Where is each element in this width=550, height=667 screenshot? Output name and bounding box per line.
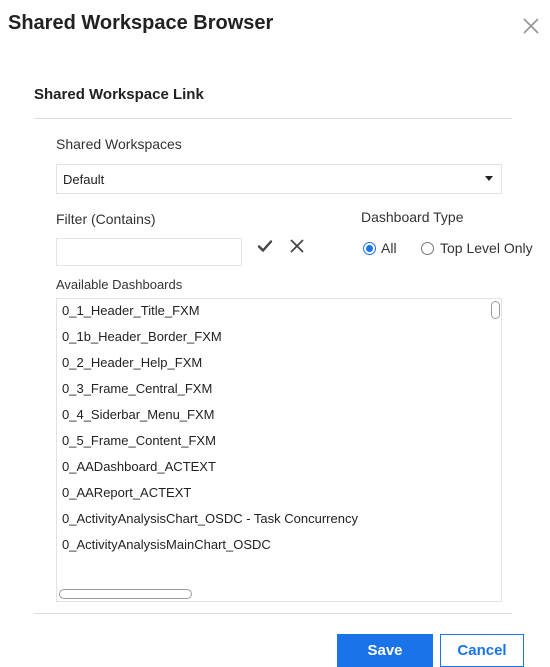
dashboard-type-label: Dashboard Type — [361, 209, 464, 225]
check-icon[interactable] — [256, 237, 274, 255]
list-item[interactable]: 0_ActivityAnalysisMainChart_OSDC — [62, 534, 271, 560]
shared-workspaces-select[interactable]: Default — [56, 164, 502, 194]
list-item[interactable]: 0_3_Frame_Central_FXM — [62, 378, 212, 404]
radio-top-level-only-label[interactable]: Top Level Only — [440, 240, 533, 256]
cancel-button[interactable]: Cancel — [440, 634, 524, 667]
close-icon[interactable] — [521, 16, 541, 36]
filter-input[interactable] — [56, 238, 242, 266]
list-item[interactable]: 0_AAReport_ACTEXT — [62, 482, 191, 508]
list-item[interactable]: 0_1_Header_Title_FXM — [62, 300, 200, 326]
filter-label: Filter (Contains) — [56, 211, 156, 227]
shared-workspaces-label: Shared Workspaces — [56, 136, 182, 152]
dialog-title: Shared Workspace Browser — [8, 12, 274, 34]
radio-all-label[interactable]: All — [381, 240, 397, 256]
list-item[interactable]: 0_2_Header_Help_FXM — [62, 352, 202, 378]
clear-filter-icon[interactable] — [288, 237, 306, 255]
list-item[interactable]: 0_AADashboard_ACTEXT — [62, 456, 216, 482]
available-dashboards-label: Available Dashboards — [56, 277, 183, 292]
vertical-scrollbar-thumb[interactable] — [491, 301, 500, 319]
list-item[interactable]: 0_4_Siderbar_Menu_FXM — [62, 404, 214, 430]
save-button[interactable]: Save — [337, 634, 433, 667]
available-dashboards-list[interactable]: 0_1_Header_Title_FXM 0_1b_Header_Border_… — [56, 298, 502, 602]
section-title: Shared Workspace Link — [34, 86, 204, 103]
radio-top-level-only[interactable] — [421, 242, 434, 255]
list-item[interactable]: 0_1b_Header_Border_FXM — [62, 326, 222, 352]
chevron-down-icon — [485, 176, 493, 181]
bottom-divider — [34, 613, 512, 614]
list-item[interactable]: 0_5_Frame_Content_FXM — [62, 430, 216, 456]
horizontal-scrollbar-thumb[interactable] — [59, 589, 192, 599]
list-item[interactable]: 0_ActivityAnalysisChart_OSDC - Task Conc… — [62, 508, 358, 534]
shared-workspaces-value: Default — [63, 172, 105, 187]
radio-all[interactable] — [363, 242, 376, 255]
top-divider — [34, 118, 512, 119]
